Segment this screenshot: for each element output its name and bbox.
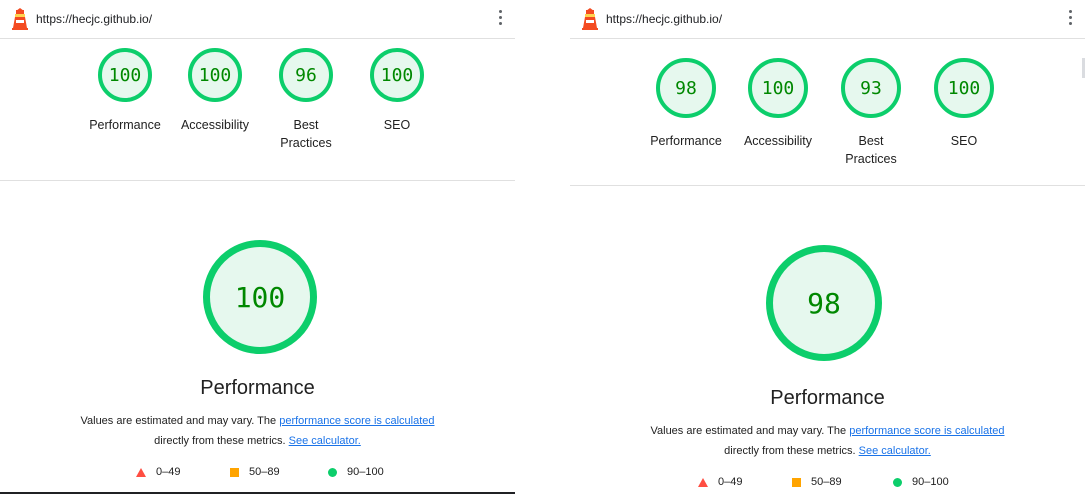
lighthouse-report-left: https://hecjc.github.io/ 100 Performance… bbox=[0, 0, 515, 494]
average-square-icon bbox=[230, 467, 239, 477]
gauge-seo[interactable]: 100 SEO bbox=[352, 48, 442, 134]
lighthouse-report-right: https://hecjc.github.io/ 98 Performance … bbox=[570, 0, 1085, 494]
report-topbar: https://hecjc.github.io/ bbox=[0, 0, 515, 39]
gauge-label: Accessibility bbox=[180, 118, 250, 132]
legend-average: 50–89 bbox=[792, 476, 842, 488]
gauge-label: Best Practices bbox=[280, 118, 332, 150]
gauge-label: SEO bbox=[383, 118, 411, 132]
gauge-score: 96 bbox=[279, 48, 333, 102]
desc-text: Values are estimated and may vary. The bbox=[650, 425, 850, 437]
gauge-label: SEO bbox=[950, 134, 978, 148]
legend-range: 0–49 bbox=[156, 466, 181, 478]
pass-circle-icon bbox=[893, 477, 902, 487]
lighthouse-logo-icon bbox=[582, 8, 598, 30]
gauge-score: 100 bbox=[370, 48, 424, 102]
fail-triangle-icon bbox=[698, 477, 708, 487]
gauge-performance[interactable]: 98 Performance bbox=[641, 58, 731, 150]
legend-range: 0–49 bbox=[718, 476, 743, 488]
gauge-label: Performance bbox=[650, 134, 722, 148]
lighthouse-logo-icon bbox=[12, 8, 28, 30]
gauge-score: 100 bbox=[934, 58, 994, 118]
gauge-accessibility[interactable]: 100 Accessibility bbox=[733, 58, 823, 150]
gauge-best-practices[interactable]: 93 Best Practices bbox=[826, 58, 916, 168]
desc-text: directly from these metrics. bbox=[154, 435, 289, 447]
gauge-accessibility[interactable]: 100 Accessibility bbox=[170, 48, 260, 134]
section-divider bbox=[0, 180, 515, 181]
legend-pass: 90–100 bbox=[328, 466, 384, 478]
legend-average: 50–89 bbox=[230, 466, 280, 478]
more-options-icon[interactable] bbox=[1069, 10, 1073, 28]
legend-fail: 0–49 bbox=[698, 476, 742, 488]
performance-title: Performance bbox=[200, 377, 315, 399]
legend-range: 50–89 bbox=[811, 476, 842, 488]
legend-range: 90–100 bbox=[912, 476, 949, 488]
report-url[interactable]: https://hecjc.github.io/ bbox=[36, 12, 152, 26]
report-url[interactable]: https://hecjc.github.io/ bbox=[606, 12, 722, 26]
score-gauges: 98 Performance 100 Accessibility 93 Best… bbox=[570, 58, 1085, 198]
average-square-icon bbox=[792, 477, 801, 487]
more-options-icon[interactable] bbox=[499, 10, 503, 28]
gauge-score: 98 bbox=[656, 58, 716, 118]
fail-triangle-icon bbox=[136, 467, 146, 477]
gauge-performance[interactable]: 100 Performance bbox=[80, 48, 170, 134]
legend-range: 90–100 bbox=[347, 466, 384, 478]
legend-pass: 90–100 bbox=[893, 476, 949, 488]
performance-main-gauge: 100 bbox=[203, 240, 317, 354]
gauge-label: Accessibility bbox=[743, 134, 813, 148]
see-calculator-link[interactable]: See calculator. bbox=[859, 445, 931, 457]
gauge-label: Best Practices bbox=[845, 134, 897, 166]
performance-main-gauge: 98 bbox=[766, 245, 882, 361]
report-topbar: https://hecjc.github.io/ bbox=[570, 0, 1085, 39]
gauge-score: 100 bbox=[188, 48, 242, 102]
legend-range: 50–89 bbox=[249, 466, 280, 478]
gauge-best-practices[interactable]: 96 Best Practices bbox=[261, 48, 351, 152]
gauge-label: Performance bbox=[89, 118, 161, 132]
legend-fail: 0–49 bbox=[136, 466, 180, 478]
gauge-seo[interactable]: 100 SEO bbox=[919, 58, 1009, 150]
score-calculated-link[interactable]: performance score is calculated bbox=[279, 415, 434, 427]
desc-text: Values are estimated and may vary. The bbox=[80, 415, 280, 427]
pass-circle-icon bbox=[328, 467, 337, 477]
gauge-score: 100 bbox=[748, 58, 808, 118]
score-calculated-link[interactable]: performance score is calculated bbox=[849, 425, 1004, 437]
desc-text: directly from these metrics. bbox=[724, 445, 859, 457]
gauge-score: 100 bbox=[98, 48, 152, 102]
performance-description: Values are estimated and may vary. The p… bbox=[570, 421, 1085, 461]
performance-description: Values are estimated and may vary. The p… bbox=[0, 411, 515, 451]
score-gauges: 100 Performance 100 Accessibility 96 Bes… bbox=[0, 48, 515, 188]
gauge-score: 93 bbox=[841, 58, 901, 118]
performance-title: Performance bbox=[770, 387, 885, 409]
section-divider bbox=[570, 185, 1085, 186]
see-calculator-link[interactable]: See calculator. bbox=[289, 435, 361, 447]
